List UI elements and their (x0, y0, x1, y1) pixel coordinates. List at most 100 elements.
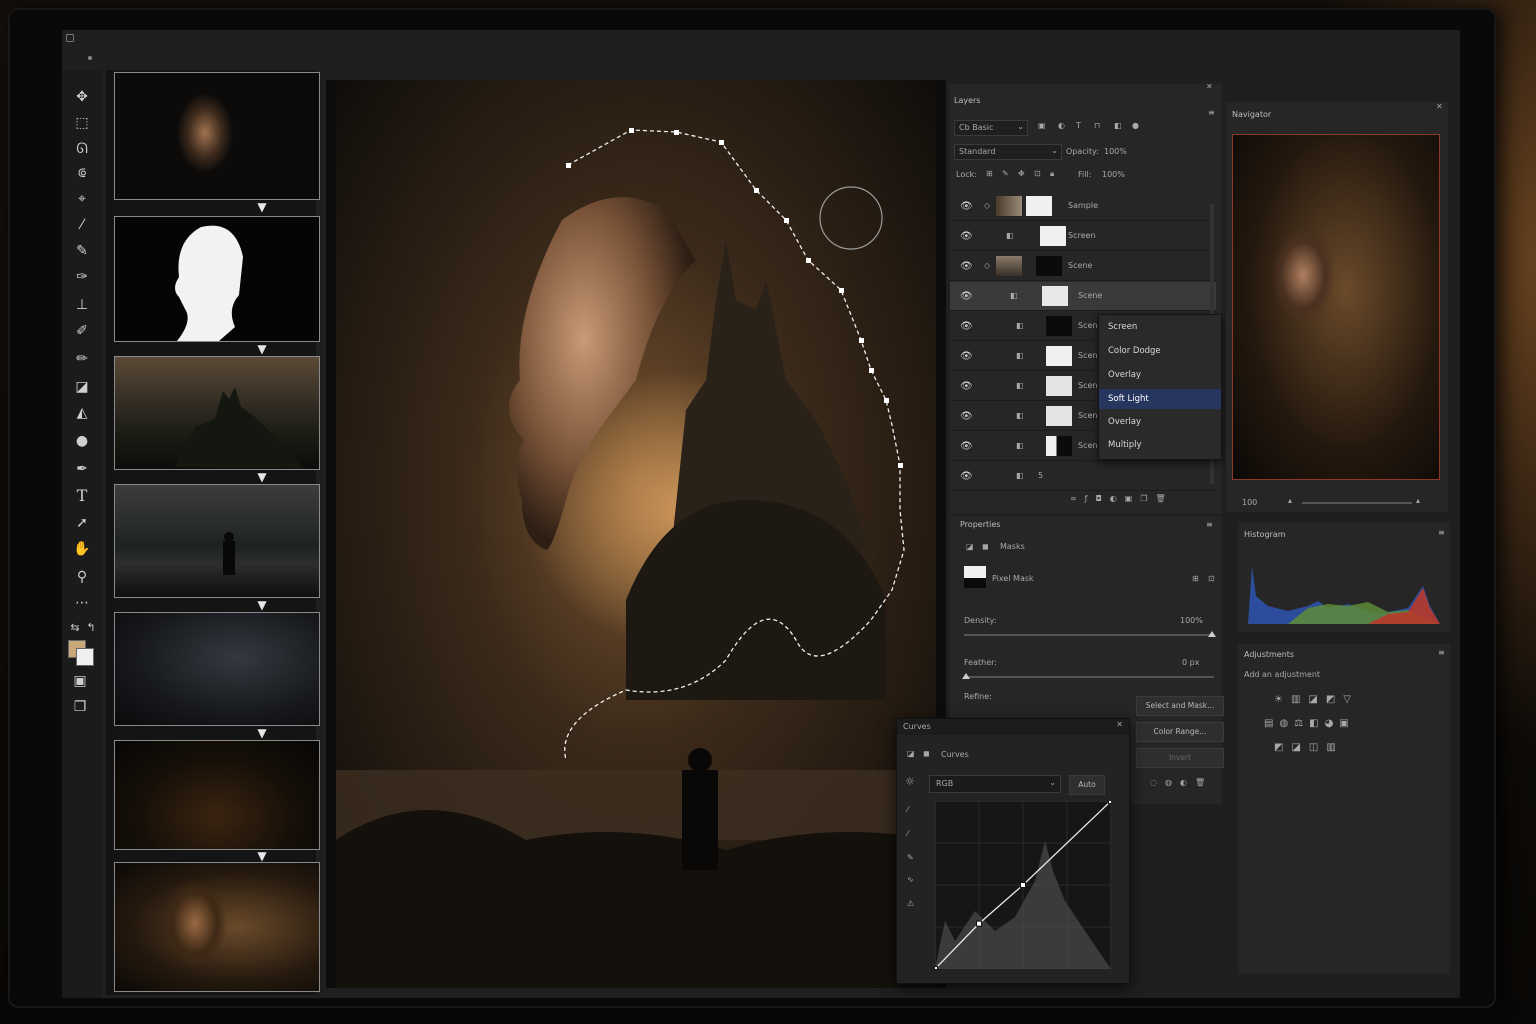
density-slider[interactable] (964, 634, 1214, 636)
opacity-value[interactable]: 100% (1104, 147, 1127, 156)
add-vector-mask-icon[interactable]: ⊡ (1208, 574, 1215, 583)
layer-name[interactable]: Sample (1068, 201, 1098, 210)
layer-row[interactable]: 👁︎ ◧ Screen (950, 222, 1216, 251)
app-icon[interactable] (66, 34, 74, 42)
vector-mask-icon[interactable]: ◼ (982, 542, 989, 551)
layers-footer-icons[interactable]: ∞ƒ◘◐▣❐🗑︎ (1070, 494, 1174, 503)
healing-brush-icon[interactable]: ✎ (73, 242, 91, 260)
marquee-tool-icon[interactable]: ⬚ (73, 114, 91, 132)
navigator-zoom-slider[interactable] (1302, 502, 1412, 504)
visibility-eye-icon[interactable]: 👁︎ (960, 291, 973, 302)
menu-item-soft-light[interactable]: Soft Light (1099, 389, 1221, 409)
lock-all-icon[interactable]: 🔒︎ (1050, 169, 1054, 179)
panel-menu-icon[interactable]: ≡ (1438, 648, 1445, 657)
layer-name[interactable]: Scene (1078, 291, 1102, 300)
gray-point-eyedropper-icon[interactable]: ⁄ (907, 829, 908, 838)
panel-menu-icon[interactable]: ≡ (1208, 108, 1215, 117)
filter-pixel-icon[interactable]: ▣ (1038, 121, 1046, 130)
layer-name[interactable]: Screen (1068, 231, 1096, 240)
auto-button[interactable]: Auto (1069, 775, 1105, 795)
adjustment-icons-row-1[interactable]: ☀▥◪◩▽ (1274, 694, 1359, 705)
lasso-tool-icon[interactable]: ᘏ (73, 140, 91, 158)
visibility-eye-icon[interactable]: 👁︎ (960, 411, 973, 422)
visibility-eye-icon[interactable]: 👁︎ (960, 351, 973, 362)
color-range-button[interactable]: Color Range... (1136, 722, 1224, 742)
panel-close-icon[interactable]: ✕ (1206, 82, 1213, 91)
close-icon[interactable]: ✕ (1116, 720, 1123, 729)
add-pixel-mask-icon[interactable]: ⊞ (1192, 574, 1199, 583)
visibility-eye-icon[interactable]: 👁︎ (960, 441, 973, 452)
blend-mode-select[interactable]: Standard ⌄ (954, 144, 1062, 160)
layer-filter-select[interactable]: Cb Basic ⌄ (954, 120, 1028, 136)
eyedropper-tool-icon[interactable]: ⁄ (73, 216, 91, 234)
lock-artboard-icon[interactable]: ⊡ (1034, 169, 1041, 178)
smooth-curve-icon[interactable]: ∿ (907, 875, 914, 884)
layer-row[interactable]: 👁︎ ◇ Sample (950, 192, 1216, 221)
brush-tool-icon[interactable]: ✑ (73, 268, 91, 286)
gradient-tool-icon[interactable]: ◪ (73, 378, 91, 396)
visibility-eye-icon[interactable]: 👁︎ (960, 381, 973, 392)
type-tool-icon[interactable]: T (73, 486, 91, 505)
density-slider-handle[interactable] (1208, 631, 1216, 637)
navigator-zoom-value[interactable]: 100 (1242, 498, 1257, 507)
history-brush-icon[interactable]: ✐ (73, 322, 91, 340)
screen-mode-icon[interactable]: ❐ (71, 698, 89, 716)
layer-row[interactable]: 👁︎ ◧ 5 (950, 462, 1216, 491)
navigator-preview[interactable] (1232, 134, 1440, 480)
select-and-mask-button[interactable]: Select and Mask... (1136, 696, 1224, 716)
path-select-icon[interactable]: ➚ (73, 514, 91, 532)
pixel-mask-icon[interactable]: ◪ (966, 542, 974, 551)
quick-mask-icon[interactable]: ▣ (71, 672, 89, 690)
polygonal-lasso-icon[interactable]: ⟃ (73, 164, 91, 182)
expand-icon[interactable]: ◇ (984, 201, 990, 210)
lock-transparent-icon[interactable]: ⊞ (986, 169, 993, 178)
blur-tool-icon[interactable]: ◭ (73, 404, 91, 422)
step-lake-thumbnail[interactable] (114, 484, 320, 598)
step-embers-thumbnail[interactable] (114, 740, 320, 850)
curves-graph[interactable] (935, 801, 1111, 969)
adjustment-icons-row-2[interactable]: ▤◍⚖◧◕▣ (1264, 718, 1355, 729)
layer-row[interactable]: 👁︎ ◇ Scene (950, 252, 1216, 281)
swap-colors-icon[interactable]: ↰ (82, 618, 100, 636)
black-point-eyedropper-icon[interactable]: ⁄ (907, 805, 908, 814)
background-color-swatch[interactable] (76, 648, 94, 666)
zoom-in-icon[interactable]: ▴ (1416, 496, 1420, 505)
menu-item-screen[interactable]: Screen (1099, 317, 1221, 337)
filter-smart-object-icon[interactable]: ◧ (1114, 121, 1122, 130)
feather-slider-handle[interactable] (962, 673, 970, 679)
panel-menu-icon[interactable]: ≡ (1206, 520, 1213, 529)
eraser-tool-icon[interactable]: ✏ (73, 350, 91, 368)
lock-position-icon[interactable]: ✥ (1018, 169, 1025, 178)
filter-toggle-icon[interactable]: ● (1132, 121, 1139, 130)
visibility-eye-icon[interactable]: 👁︎ (960, 261, 973, 272)
curve-control-point[interactable] (1108, 801, 1112, 804)
panel-close-icon[interactable]: ✕ (1436, 102, 1443, 111)
dodge-tool-icon[interactable]: ● (73, 432, 91, 450)
visibility-eye-icon[interactable]: 👁︎ (960, 231, 973, 242)
invert-button[interactable]: Invert (1136, 748, 1224, 768)
curves-mask-icon[interactable]: ◼ (923, 749, 930, 758)
filter-type-icon[interactable]: T (1076, 121, 1081, 130)
zoom-tool-icon[interactable]: ⚲ (73, 568, 91, 586)
hand-tool-icon[interactable]: ✋ (73, 540, 91, 558)
menu-item-color-dodge[interactable]: Color Dodge (1099, 341, 1221, 361)
stamp-tool-icon[interactable]: ⊥ (73, 296, 91, 314)
curve-pencil-icon[interactable]: ✎ (907, 853, 914, 862)
menu-item-overlay[interactable]: Overlay (1099, 365, 1221, 385)
feather-value[interactable]: 0 px (1182, 658, 1199, 667)
step-final-thumbnail[interactable] (114, 862, 320, 992)
target-adjust-icon[interactable]: ☼ (905, 775, 915, 788)
properties-footer-icons[interactable]: ◌◍◐🗑︎ (1150, 778, 1213, 787)
step-portrait-thumbnail[interactable] (114, 72, 320, 200)
move-tool-icon[interactable]: ✥ (73, 88, 91, 106)
panel-menu-icon[interactable]: ≡ (1438, 528, 1445, 537)
curves-adjustment-icon[interactable]: ◪ (907, 749, 915, 758)
visibility-eye-icon[interactable]: 👁︎ (960, 201, 973, 212)
document-canvas[interactable] (326, 80, 946, 988)
zoom-out-icon[interactable]: ▴ (1288, 496, 1292, 505)
visibility-eye-icon[interactable]: 👁︎ (960, 321, 973, 332)
channel-select[interactable]: RGB ⌄ (929, 775, 1061, 793)
filter-adjustment-icon[interactable]: ◐ (1058, 121, 1065, 130)
fill-value[interactable]: 100% (1102, 170, 1125, 179)
clipping-warning-icon[interactable]: ⚠︎ (907, 899, 914, 908)
